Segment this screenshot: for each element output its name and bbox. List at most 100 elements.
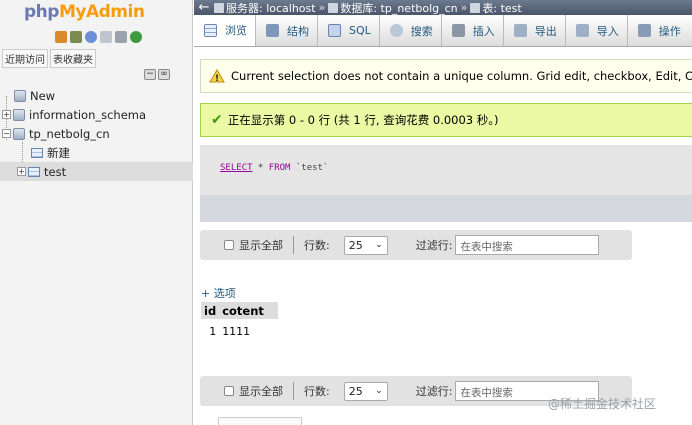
options-link[interactable]: + 选项 — [201, 285, 236, 301]
filter-input[interactable]: 在表中搜索 — [455, 235, 600, 255]
insert-icon — [451, 24, 465, 37]
tree-item-information-schema[interactable]: + information_schema — [0, 105, 193, 124]
sql-keyword-select[interactable]: SELECT — [220, 163, 253, 173]
sql-table-name: `test` — [290, 163, 329, 173]
tree-item-tp-netbolg-cn[interactable]: − tp_netbolg_cn — [0, 124, 193, 143]
rows-select-value: 25 — [348, 384, 363, 398]
tab-label: 搜索 — [410, 24, 433, 38]
filter-label: 过滤行: — [415, 385, 453, 398]
breadcrumb-separator: » — [460, 1, 468, 14]
export-icon — [513, 24, 527, 37]
tab-label: 导入 — [596, 24, 619, 38]
tree-item-label: 新建 — [47, 145, 70, 160]
tree-item-label: New — [30, 88, 56, 103]
tab-browse[interactable]: 浏览 — [194, 15, 256, 46]
sql-query[interactable]: SELECT * FROM `test` — [220, 163, 328, 173]
tab-insert[interactable]: 插入 — [442, 15, 504, 46]
new-table-icon — [31, 147, 43, 158]
favorites-tab[interactable]: 表收藏夹 — [50, 49, 96, 68]
sql-keyword-from: FROM — [268, 163, 291, 173]
column-header-id[interactable]: id — [201, 302, 220, 319]
tab-label: 结构 — [287, 24, 309, 38]
query-results-operations-box — [218, 417, 302, 425]
column-header-cotent[interactable]: cotent — [219, 302, 278, 319]
warning-message: ! Current selection does not contain a u… — [200, 59, 692, 93]
collapse-all-icon[interactable]: − — [144, 69, 156, 80]
browse-icon — [204, 23, 217, 37]
show-all-checkbox[interactable] — [224, 386, 234, 396]
tree-item-new-table[interactable]: 新建 — [0, 143, 193, 162]
breadcrumb-database[interactable]: 数据库: tp_netbolg_cn — [340, 0, 457, 15]
table-header-row: id cotent — [201, 302, 278, 319]
table-icon — [28, 166, 40, 177]
home-icon[interactable] — [55, 31, 67, 43]
sql-query-box: SELECT * FROM `test` — [200, 145, 692, 195]
back-arrow-icon[interactable]: ← — [194, 0, 214, 15]
tab-label: SQL — [349, 24, 371, 37]
wrench-icon — [637, 24, 651, 37]
show-all-label: 显示全部 — [239, 385, 283, 398]
database-icon — [13, 127, 25, 140]
filter-label: 过滤行: — [415, 239, 453, 252]
breadcrumb-server[interactable]: 服务器: localhost — [226, 0, 316, 15]
logo-myadmin-text: MyAdmin — [58, 2, 145, 22]
rows-select[interactable]: 25 ⌄ — [343, 235, 388, 255]
tab-structure[interactable]: 结构 — [256, 15, 318, 46]
tab-import[interactable]: 导入 — [566, 15, 628, 46]
warning-text: Current selection does not contain a uni… — [231, 69, 692, 83]
reload-icon[interactable] — [130, 31, 142, 43]
tab-search[interactable]: 搜索 — [380, 15, 442, 46]
nav-tabs: 近期访问 表收藏夹 — [2, 49, 96, 68]
tab-operations[interactable]: 操作 — [628, 15, 689, 46]
nav-icon-bar — [55, 31, 142, 43]
breadcrumb-table[interactable]: 表: test — [482, 0, 521, 15]
cell-cotent[interactable]: 1111 — [219, 319, 278, 340]
tab-label: 操作 — [658, 24, 681, 38]
link-with-main-icon[interactable]: ∞ — [158, 69, 170, 80]
database-icon — [13, 108, 25, 121]
settings-icon[interactable] — [115, 31, 127, 43]
tree-item-test[interactable]: + test — [0, 162, 193, 181]
import-icon — [575, 24, 589, 37]
tree-item-label: test — [44, 164, 67, 179]
divider — [293, 236, 294, 254]
breadcrumb: ← 服务器: localhost » 数据库: tp_netbolg_cn » … — [194, 0, 692, 15]
phpmyadmin-logo[interactable]: phpMyAdmin — [24, 2, 145, 22]
rows-select[interactable]: 25 ⌄ — [343, 381, 388, 401]
tree-item-new[interactable]: New — [0, 86, 193, 105]
expand-icon[interactable]: + — [17, 167, 26, 176]
table-row: 1 1111 — [201, 319, 278, 340]
database-tree: New + information_schema − tp_netbolg_cn… — [0, 86, 193, 181]
tab-export[interactable]: 导出 — [504, 15, 566, 46]
recent-tab[interactable]: 近期访问 — [2, 49, 48, 68]
breadcrumb-separator: » — [318, 1, 326, 14]
navigation-panel: phpMyAdmin 近期访问 表收藏夹 − ∞ New + informati… — [0, 0, 193, 425]
expand-icon[interactable]: + — [2, 110, 11, 119]
chevron-down-icon: ⌄ — [375, 386, 383, 396]
success-message: ✔ 正在显示第 0 - 0 行 (共 1 行, 查询花费 0.0003 秒。) — [200, 103, 692, 137]
results-table: id cotent 1 1111 — [201, 302, 278, 340]
structure-icon — [266, 24, 279, 37]
success-text: 正在显示第 0 - 0 行 (共 1 行, 查询花费 0.0003 秒。) — [227, 113, 499, 127]
tab-sql[interactable]: SQL — [318, 15, 380, 46]
tab-label: 浏览 — [225, 24, 247, 37]
docs-icon[interactable] — [100, 31, 112, 43]
rows-label: 行数: — [304, 239, 330, 252]
cell-id[interactable]: 1 — [201, 319, 219, 340]
chevron-down-icon: ⌄ — [375, 240, 383, 250]
help-icon[interactable] — [85, 31, 97, 43]
rows-select-value: 25 — [348, 238, 363, 252]
show-all-checkbox[interactable] — [224, 240, 234, 250]
tree-controls: − ∞ — [144, 69, 170, 80]
server-icon — [214, 2, 224, 13]
rows-label: 行数: — [304, 385, 330, 398]
table-menu-tabs: 浏览 结构 SQL 搜索 插入 导出 导入 操作 — [194, 15, 692, 47]
tree-item-label: information_schema — [29, 107, 147, 122]
exit-icon[interactable] — [70, 31, 82, 43]
logo-php-text: php — [24, 2, 59, 22]
warning-icon: ! — [209, 69, 225, 84]
sql-star: * — [252, 163, 269, 173]
sql-actions-bar — [200, 195, 692, 222]
collapse-icon[interactable]: − — [2, 129, 11, 138]
pager-top: 显示全部 行数: 25 ⌄ 过滤行: 在表中搜索 — [200, 230, 632, 260]
